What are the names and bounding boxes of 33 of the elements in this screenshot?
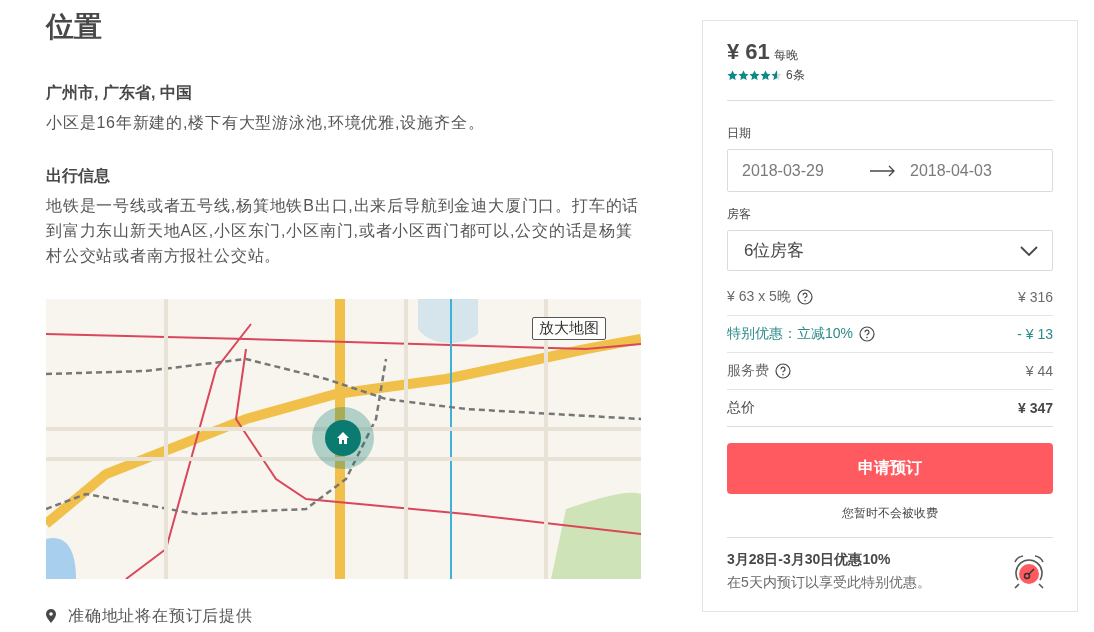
date-range-field[interactable]: 2018-03-29 2018-04-03 xyxy=(727,149,1053,192)
per-night-label: 每晚 xyxy=(773,47,798,64)
promo-description: 在5天内预订以享受此特别优惠。 xyxy=(727,574,931,592)
help-icon[interactable] xyxy=(775,363,791,379)
fee-label: ¥ 63 x 5晚 xyxy=(727,288,791,306)
review-count[interactable]: 6条 xyxy=(786,67,805,84)
promo-title: 3月28日-3月30日优惠10% xyxy=(727,551,892,569)
neighborhood-description: 小区是16年新建的,楼下有大型游泳池,环境优雅,设施齐全。 xyxy=(46,113,486,133)
nightly-price: ¥ 61 xyxy=(727,39,770,65)
guests-label: 房客 xyxy=(727,206,752,223)
arrow-icon xyxy=(870,164,896,177)
location-pin-icon xyxy=(46,608,56,623)
caret-icon xyxy=(1020,245,1038,256)
address-note: 准确地址将在预订后提供 xyxy=(68,606,253,626)
zoom-map-button[interactable]: 放大地图 xyxy=(532,317,606,340)
dates-label: 日期 xyxy=(727,125,752,142)
fee-amount: ¥ 44 xyxy=(1025,363,1053,379)
section-title: 位置 xyxy=(46,10,103,44)
total-label: 总价 xyxy=(727,399,755,417)
fee-label: 特别优惠：立减10% xyxy=(727,325,854,343)
city-heading: 广州市, 广东省, 中国 xyxy=(46,83,193,103)
help-icon[interactable] xyxy=(859,326,876,342)
fee-label: 服务费 xyxy=(727,362,769,380)
fee-amount: - ¥ 13 xyxy=(1017,326,1053,342)
check-in-date: 2018-03-29 xyxy=(742,161,825,180)
check-out-date: 2018-04-03 xyxy=(910,161,993,180)
fee-amount: ¥ 316 xyxy=(1017,289,1053,305)
no-charge-note: 您暂时不会被收费 xyxy=(841,505,939,522)
help-icon[interactable] xyxy=(796,289,813,305)
total-amount: ¥ 347 xyxy=(1017,400,1053,416)
guests-select[interactable]: 6位房客 xyxy=(727,230,1053,271)
transport-description: 地铁是一号线或者五号线,杨箕地铁B出口,出来后导航到金迪大厦门口。打车的话到富力东山新天地A区,小区东门,小区南门,或者小区西门都可以,公交的话是杨箕村公交站或者南方报社公交站。 xyxy=(46,196,641,266)
transport-heading: 出行信息 xyxy=(46,166,111,186)
